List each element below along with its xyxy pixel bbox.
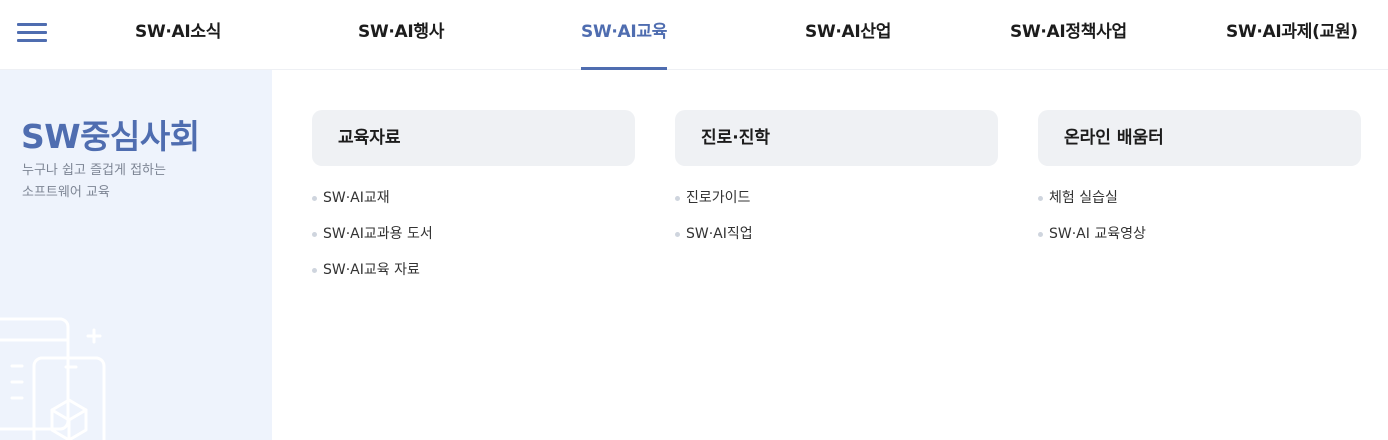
menu-link-career-guide[interactable]: 진로가이드 — [675, 187, 753, 223]
menu-heading-label: 교육자료 — [338, 128, 401, 148]
menu-link-sw-ai-curriculum-books[interactable]: SW·AI교과용 도서 — [312, 223, 433, 259]
category-subtitle-line-1: 누구나 쉽고 즐겁게 접하는 — [22, 163, 166, 178]
menu-link-sw-ai-jobs[interactable]: SW·AI직업 — [675, 223, 753, 259]
document-box-illustration-icon — [0, 317, 106, 440]
menu-list-online-learning: 체험 실습실 SW·AI 교육영상 — [1038, 187, 1146, 259]
menu-heading-education-materials[interactable]: 교육자료 — [312, 110, 635, 166]
menu-link-sw-ai-education-materials[interactable]: SW·AI교육 자료 — [312, 259, 433, 295]
nav-item-sw-ai-industry[interactable]: SW·AI산업 — [805, 0, 891, 70]
menu-heading-label: 진로·진학 — [701, 128, 771, 148]
nav-item-sw-ai-events[interactable]: SW·AI행사 — [358, 0, 444, 70]
nav-item-sw-ai-projects[interactable]: SW·AI과제(교원) — [1226, 0, 1358, 70]
nav-item-sw-ai-education[interactable]: SW·AI교육 — [581, 0, 667, 70]
category-subtitle: 누구나 쉽고 즐겁게 접하는 소프트웨어 교육 — [22, 160, 222, 204]
hamburger-menu-icon[interactable] — [17, 22, 47, 44]
category-title: SW중심사회 — [21, 117, 200, 156]
nav-item-sw-ai-news[interactable]: SW·AI소식 — [135, 0, 221, 70]
menu-heading-career[interactable]: 진로·진학 — [675, 110, 998, 166]
category-subtitle-line-2: 소프트웨어 교육 — [22, 185, 110, 200]
menu-link-hands-on-lab[interactable]: 체험 실습실 — [1038, 187, 1146, 223]
menu-link-sw-ai-textbook[interactable]: SW·AI교재 — [312, 187, 433, 223]
nav-item-sw-ai-policy[interactable]: SW·AI정책사업 — [1010, 0, 1127, 70]
menu-link-sw-ai-education-videos[interactable]: SW·AI 교육영상 — [1038, 223, 1146, 259]
menu-list-education-materials: SW·AI교재 SW·AI교과용 도서 SW·AI교육 자료 — [312, 187, 433, 295]
category-intro-panel: SW중심사회 누구나 쉽고 즐겁게 접하는 소프트웨어 교육 — [0, 70, 272, 440]
menu-heading-online-learning[interactable]: 온라인 배움터 — [1038, 110, 1361, 166]
menu-list-career: 진로가이드 SW·AI직업 — [675, 187, 753, 259]
top-navigation: SW·AI소식 SW·AI행사 SW·AI교육 SW·AI산업 SW·AI정책사… — [0, 0, 1388, 70]
menu-heading-label: 온라인 배움터 — [1064, 128, 1164, 148]
